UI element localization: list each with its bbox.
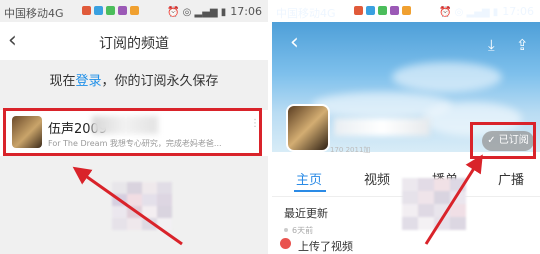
annotation-arrows bbox=[72, 154, 483, 246]
arrow-right bbox=[424, 154, 483, 245]
arrow-left bbox=[72, 166, 183, 246]
